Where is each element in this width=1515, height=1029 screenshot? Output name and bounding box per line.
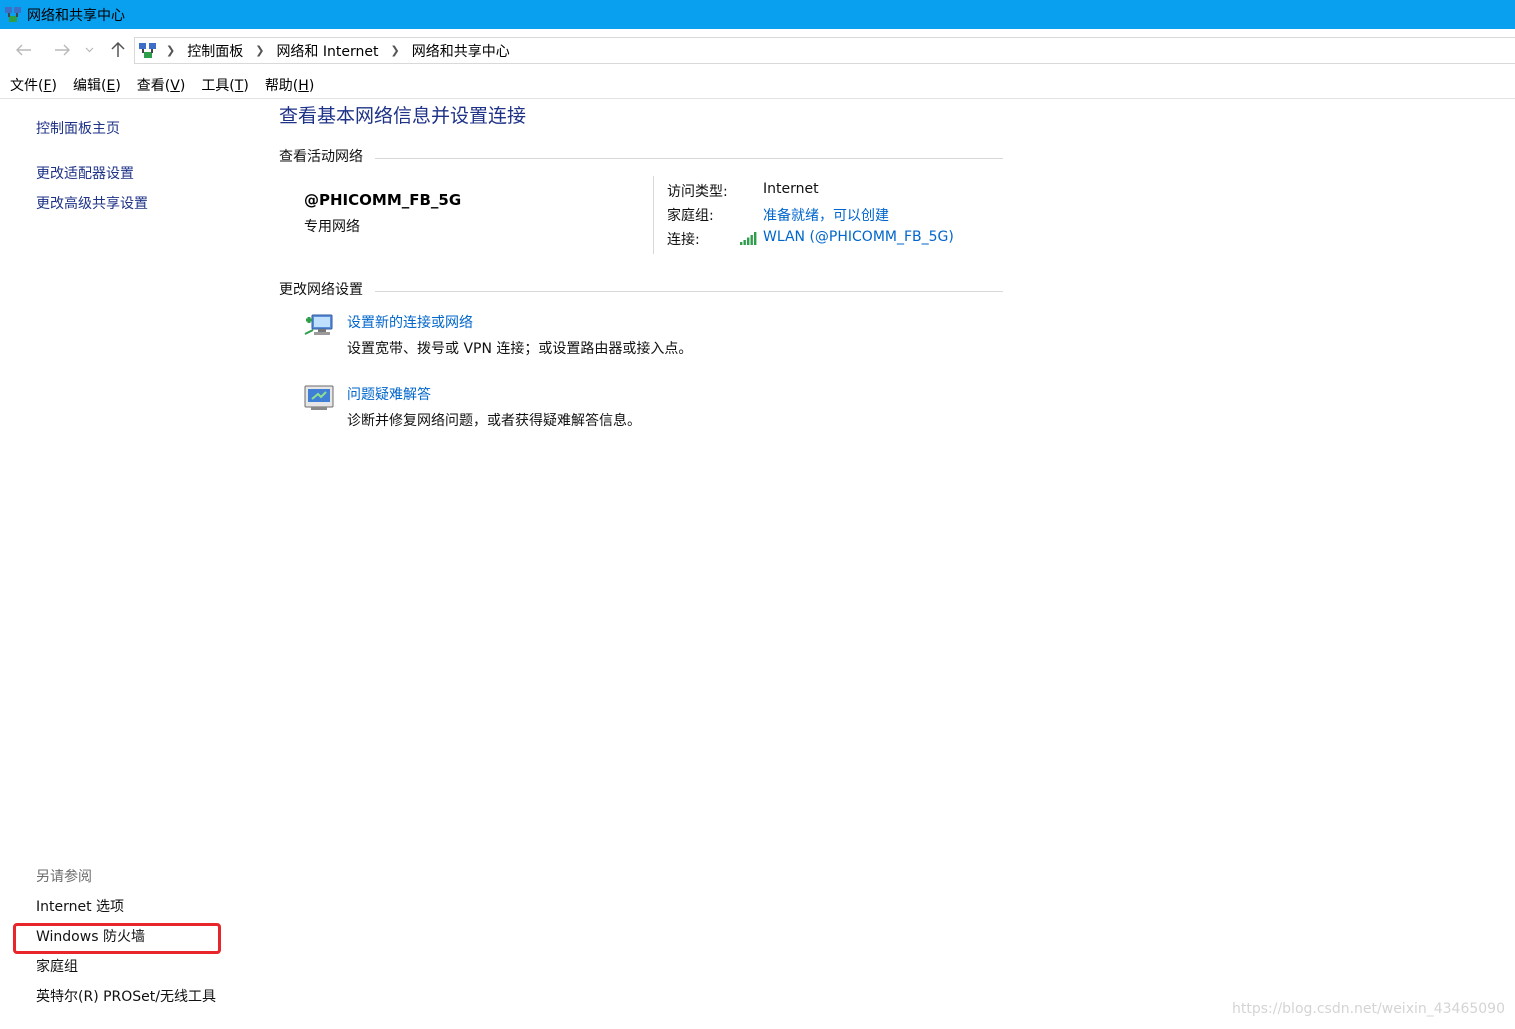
network-sharing-center-icon — [139, 42, 156, 58]
back-arrow-icon — [16, 44, 31, 56]
menu-view[interactable]: 查看(V) — [137, 75, 186, 95]
troubleshoot-icon — [304, 385, 334, 410]
network-type: 专用网络 — [304, 219, 360, 235]
wifi-signal-icon — [740, 232, 757, 245]
breadcrumb-chevron-icon: ❯ — [166, 44, 176, 57]
connection-label: 连接: — [667, 232, 700, 248]
homegroup-label: 家庭组: — [667, 208, 714, 224]
sidebar-item-control-panel-home[interactable]: 控制面板主页 — [36, 118, 120, 138]
menu-file[interactable]: 文件(F) — [10, 75, 57, 95]
access-type-value: Internet — [763, 181, 819, 197]
breadcrumb-chevron-icon[interactable]: ❯ — [255, 44, 264, 57]
forward-arrow-icon — [55, 44, 70, 56]
new-connection-icon — [304, 314, 333, 335]
access-type-label: 访问类型: — [667, 184, 728, 200]
page-title: 查看基本网络信息并设置连接 — [279, 105, 527, 127]
address-row: ❯ 控制面板 ❯ 网络和 Internet ❯ 网络和共享中心 — [0, 29, 1515, 69]
task-setup-new-connection-desc: 设置宽带、拨号或 VPN 连接；或设置路由器或接入点。 — [347, 341, 693, 357]
see-also-homegroup[interactable]: 家庭组 — [36, 956, 78, 976]
up-button[interactable] — [108, 40, 128, 60]
task-setup-new-connection[interactable]: 设置新的连接或网络 — [347, 312, 473, 332]
breadcrumb-chevron-icon[interactable]: ❯ — [390, 44, 399, 57]
change-settings-header: 更改网络设置 — [279, 282, 363, 298]
menu-bar: 文件(F) 编辑(E) 查看(V) 工具(T) 帮助(H) — [0, 72, 1515, 99]
watermark: https://blog.csdn.net/weixin_43465090 — [1231, 1001, 1505, 1017]
annotation-highlight-box — [13, 923, 221, 954]
breadcrumb-network-sharing-center[interactable]: 网络和共享中心 — [412, 41, 510, 61]
task-troubleshoot-desc: 诊断并修复网络问题，或者获得疑难解答信息。 — [347, 413, 641, 429]
window-title: 网络和共享中心 — [27, 7, 125, 24]
see-also-header: 另请参阅 — [36, 869, 92, 885]
menu-help[interactable]: 帮助(H) — [265, 75, 314, 95]
homegroup-link[interactable]: 准备就绪，可以创建 — [763, 205, 889, 225]
see-also-intel-proset[interactable]: 英特尔(R) PROSet/无线工具 — [36, 986, 216, 1006]
recent-locations-button[interactable] — [82, 40, 96, 60]
connection-link[interactable]: WLAN (@PHICOMM_FB_5G) — [763, 229, 954, 245]
sidebar-item-change-advanced-sharing[interactable]: 更改高级共享设置 — [36, 193, 148, 213]
network-name: @PHICOMM_FB_5G — [304, 191, 462, 209]
sidebar-item-change-adapter-settings[interactable]: 更改适配器设置 — [36, 163, 134, 183]
breadcrumb-network-internet[interactable]: 网络和 Internet — [276, 41, 378, 61]
menu-tools[interactable]: 工具(T) — [201, 75, 249, 95]
up-arrow-icon — [111, 42, 125, 57]
task-troubleshoot[interactable]: 问题疑难解答 — [347, 384, 431, 404]
network-sharing-center-icon — [5, 6, 21, 22]
title-bar: 网络和共享中心 — [0, 0, 1515, 29]
see-also-internet-options[interactable]: Internet 选项 — [36, 896, 124, 916]
address-bar[interactable]: ❯ 控制面板 ❯ 网络和 Internet ❯ 网络和共享中心 — [134, 37, 1515, 64]
back-button[interactable] — [14, 40, 34, 60]
forward-button[interactable] — [52, 40, 72, 60]
chevron-down-icon — [85, 47, 93, 53]
section-divider — [375, 158, 1003, 159]
breadcrumb-control-panel[interactable]: 控制面板 — [187, 41, 243, 61]
section-divider — [375, 291, 1003, 292]
menu-edit[interactable]: 编辑(E) — [73, 75, 121, 95]
active-networks-header: 查看活动网络 — [279, 149, 363, 165]
network-divider — [653, 176, 654, 254]
